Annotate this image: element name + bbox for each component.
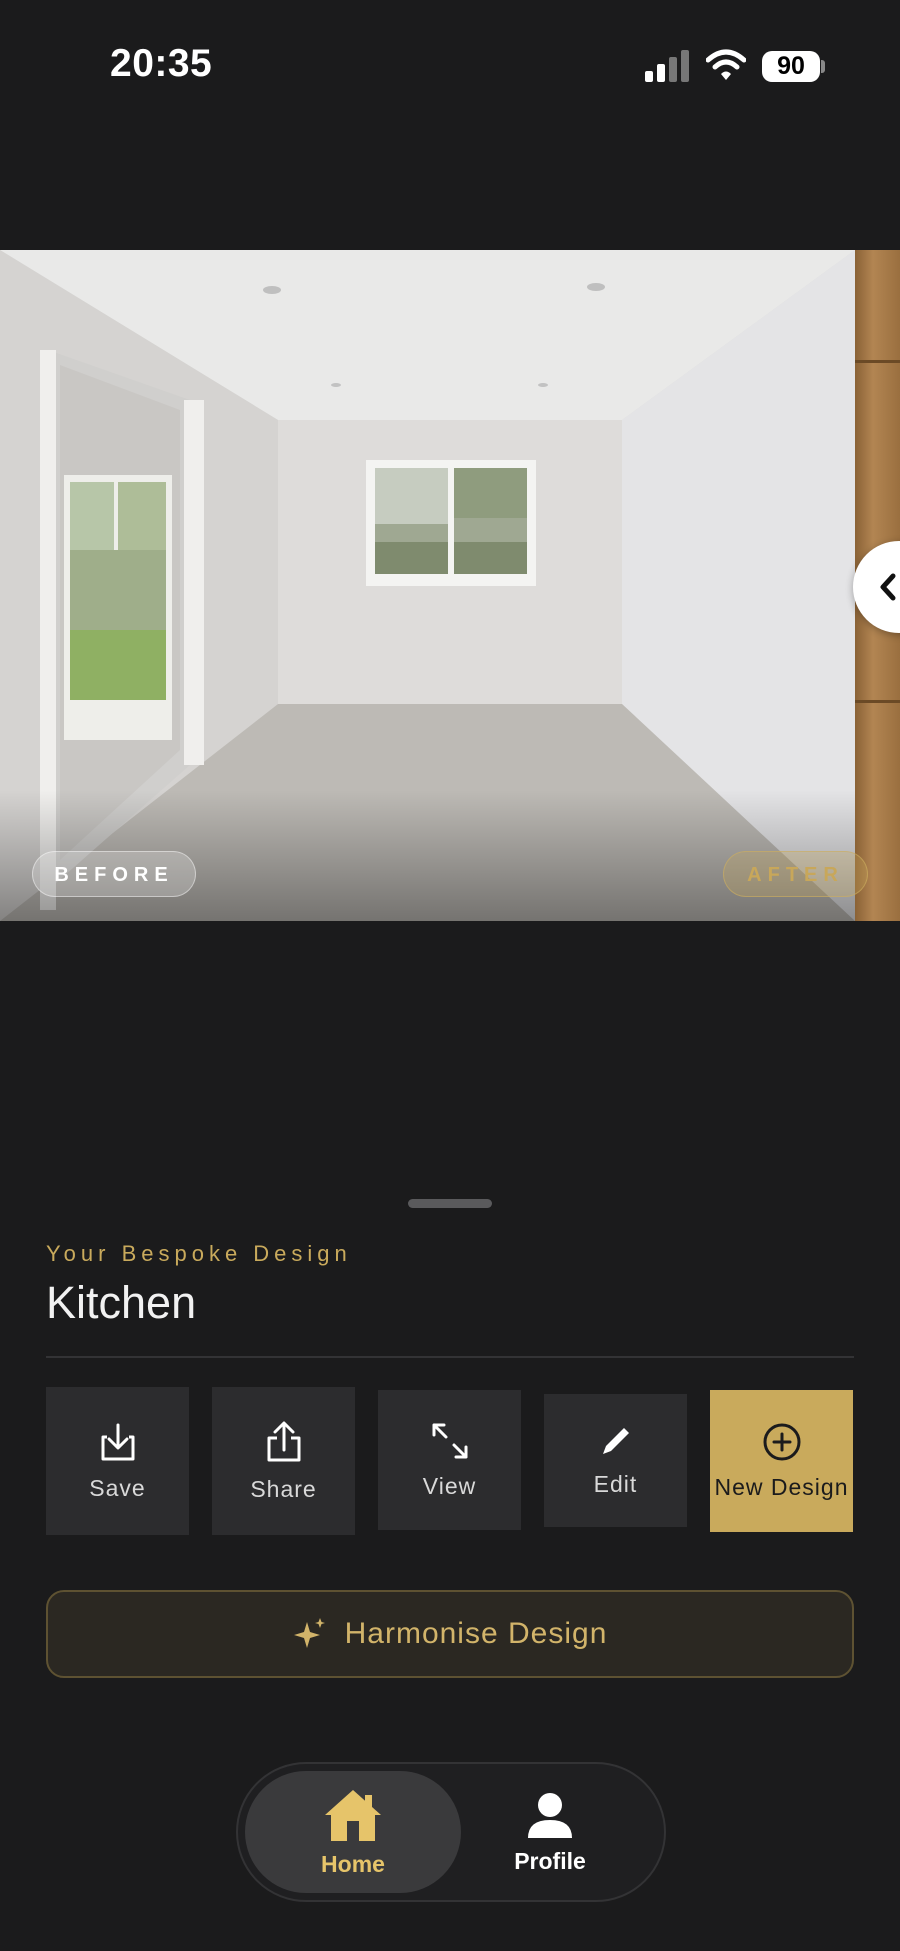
home-icon (325, 1789, 381, 1841)
harmonise-design-button[interactable]: Harmonise Design (46, 1590, 854, 1678)
edit-button[interactable]: Edit (544, 1394, 687, 1527)
plus-circle-icon (763, 1423, 800, 1460)
save-button[interactable]: Save (46, 1387, 189, 1535)
battery-icon: 90 (762, 51, 820, 82)
share-icon (267, 1421, 300, 1461)
save-label: Save (89, 1474, 146, 1501)
download-icon (101, 1423, 134, 1460)
cellular-signal-icon (645, 50, 691, 82)
new-design-label: New Design (714, 1473, 849, 1500)
share-label: Share (250, 1475, 317, 1502)
view-label: View (422, 1472, 477, 1499)
tab-profile-label: Profile (514, 1847, 586, 1874)
person-icon (528, 1792, 572, 1838)
compare-slider-handle[interactable] (853, 541, 900, 633)
status-time: 20:35 (110, 42, 213, 85)
pencil-icon (602, 1428, 629, 1454)
new-design-button[interactable]: New Design (710, 1390, 853, 1532)
tab-home[interactable]: Home (245, 1771, 461, 1893)
wifi-icon (705, 48, 747, 82)
chevron-left-icon (880, 573, 896, 601)
room-title: Kitchen (46, 1277, 197, 1328)
divider (46, 1356, 854, 1358)
after-label: AFTER (723, 851, 868, 897)
design-eyebrow: Your Bespoke Design (46, 1241, 352, 1266)
expand-icon (432, 1423, 467, 1458)
view-button[interactable]: View (378, 1390, 521, 1530)
tab-home-label: Home (321, 1850, 385, 1877)
sparkles-icon (293, 1618, 325, 1648)
battery-tip (821, 60, 825, 73)
share-button[interactable]: Share (212, 1387, 355, 1535)
sheet-grabber[interactable] (408, 1199, 492, 1208)
tab-profile[interactable]: Profile (470, 1771, 630, 1893)
edit-label: Edit (593, 1471, 638, 1497)
harmonise-label: Harmonise Design (344, 1617, 608, 1650)
before-label: BEFORE (32, 851, 196, 897)
